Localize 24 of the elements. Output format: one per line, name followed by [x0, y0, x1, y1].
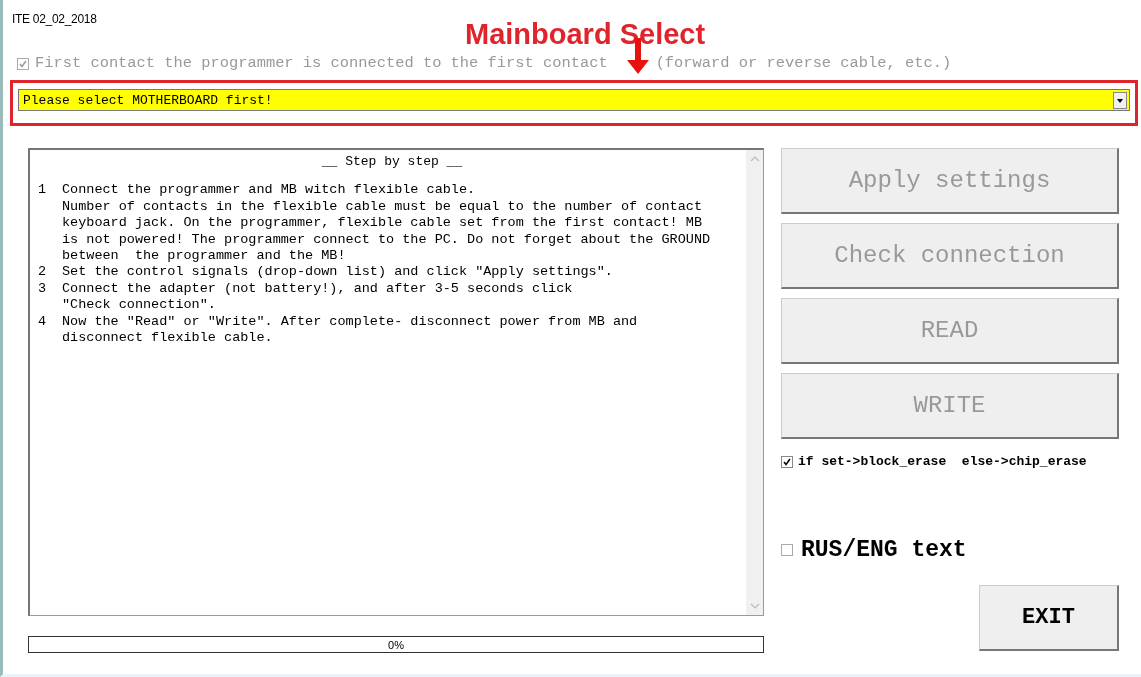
step-number: 1: [38, 182, 48, 200]
checkbox[interactable]: [781, 455, 793, 468]
exit-button[interactable]: EXIT: [979, 585, 1119, 651]
step-text: Connect the programmer and MB witch flexible cable. Number of contacts in the flexible cable must be equal to the number of contact keyboard jack. On the programmer, flexible cable set from the first contact! MB is not powered! The programmer connect to the PC. Do not forget about the GROUND between the programmer and the MB!: [62, 182, 711, 265]
instructions-heading: __ Step by step __: [320, 154, 464, 171]
annotation-label: Mainboard Select: [465, 18, 706, 51]
step-text: Now the "Read" or "Write". After complete- disconnect power from MB and disconnect flexible cable.: [62, 313, 638, 347]
checkbox[interactable]: [781, 544, 793, 556]
mainboard-dropdown[interactable]: Please select MOTHERBOARD first!: [18, 89, 1130, 111]
step-text: Set the control signals (drop-down list) and click "Apply settings".: [62, 264, 613, 281]
step-text: Connect the adapter (not battery!), and after 3-5 seconds click "Check connection".: [62, 280, 573, 314]
instructions-text-area[interactable]: [28, 148, 764, 616]
checkbox-label: (forward or reverse cable, etc.): [655, 56, 952, 72]
scrollbar[interactable]: [746, 150, 763, 615]
step-number: 4: [38, 313, 48, 331]
progress-reading: 0%: [388, 638, 404, 651]
scroll-down-icon[interactable]: [749, 602, 760, 610]
checkbox-label: if set->block_erase else->chip_erase: [798, 454, 1087, 469]
scroll-up-icon[interactable]: [749, 155, 760, 163]
checkbox-label: First contact the programmer is connected to the first contact: [35, 56, 608, 72]
window-title: ITE 02_02_2018: [11, 11, 98, 28]
step-number: 2: [38, 264, 48, 281]
step-number: 3: [38, 280, 48, 298]
checkbox-label: RUS/ENG text: [801, 537, 967, 563]
